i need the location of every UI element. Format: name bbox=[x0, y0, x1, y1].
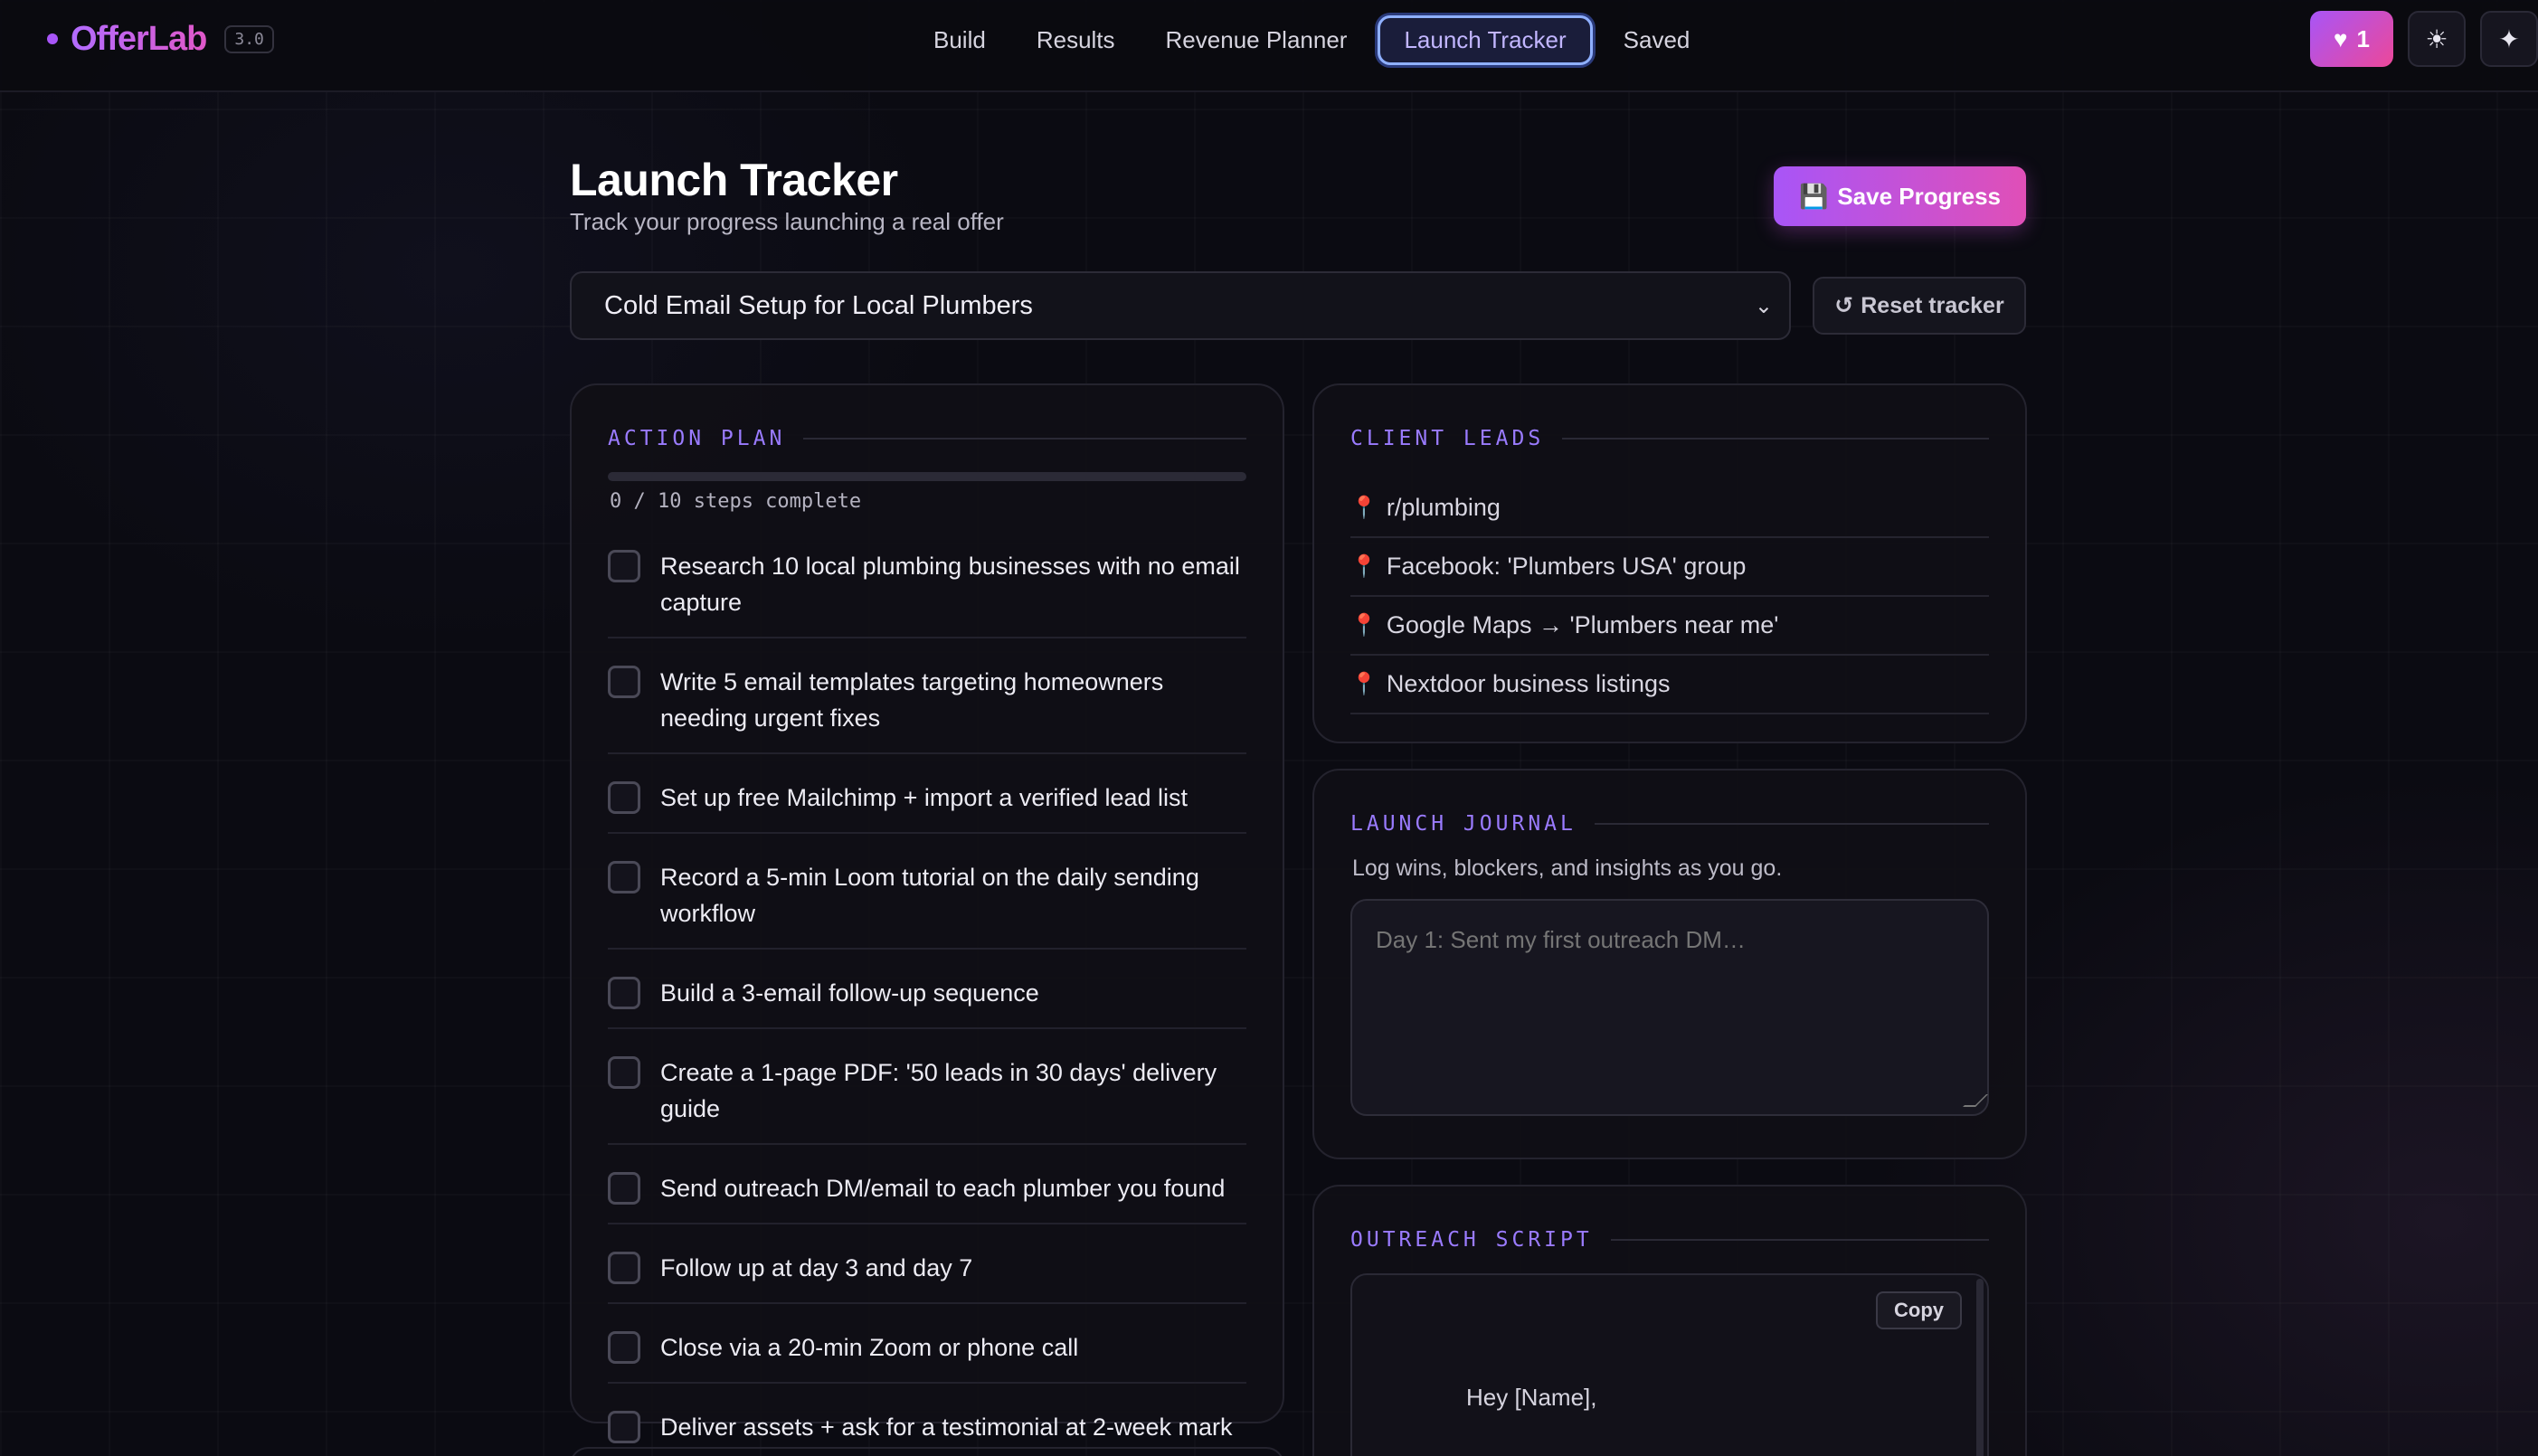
client-leads-heading: CLIENT LEADS bbox=[1350, 427, 1545, 450]
pin-icon: 📍 bbox=[1350, 672, 1378, 696]
heart-icon: ♥ bbox=[2334, 24, 2348, 52]
pin-icon: 📍 bbox=[1350, 496, 1378, 520]
reset-tracker-label: Reset tracker bbox=[1861, 292, 2004, 318]
offer-select-value: Cold Email Setup for Local Plumbers bbox=[604, 290, 1033, 320]
step-checkbox[interactable] bbox=[608, 1172, 640, 1205]
step-checkbox[interactable] bbox=[608, 977, 640, 1009]
action-plan-card: ACTION PLAN 0 / 10 steps complete Resear… bbox=[570, 383, 1284, 1443]
step-checkbox[interactable] bbox=[608, 1252, 640, 1284]
outreach-script-heading: OUTREACH SCRIPT bbox=[1350, 1228, 1593, 1252]
chevron-down-icon: ⌄ bbox=[1754, 294, 1773, 318]
step-label: Write 5 email templates targeting homeow… bbox=[660, 668, 1164, 732]
journal-hint: Log wins, blockers, and insights as you … bbox=[1352, 856, 1783, 881]
reset-tracker-button[interactable]: ↺ Reset tracker bbox=[1813, 277, 2026, 335]
client-leads-card: CLIENT LEADS 📍 r/plumbing 📍 Facebook: 'Plum… bbox=[1312, 383, 2027, 743]
action-step[interactable]: Record a 5-min Loom tutorial on the dail… bbox=[608, 850, 1246, 950]
lead-item: 📍 Google Maps → 'Plumbers near me' bbox=[1350, 597, 1989, 656]
lead-label: Facebook: 'Plumbers USA' group bbox=[1386, 553, 1747, 580]
version-badge: 3.0 bbox=[224, 24, 274, 53]
divider bbox=[1562, 438, 1989, 440]
sparkle-button[interactable]: ✦ bbox=[2480, 11, 2538, 67]
journal-textarea[interactable] bbox=[1350, 899, 1989, 1116]
step-label: Set up free Mailchimp + import a verifie… bbox=[660, 784, 1189, 811]
step-label: Create a 1-page PDF: '50 leads in 30 day… bbox=[660, 1059, 1217, 1122]
launch-journal-card: LAUNCH JOURNAL Log wins, blockers, and i… bbox=[1312, 769, 2027, 1159]
script-scrollbar[interactable] bbox=[1976, 1279, 1984, 1456]
action-step[interactable]: Build a 3-email follow-up sequence bbox=[608, 966, 1246, 1029]
nav-saved[interactable]: Saved bbox=[1604, 15, 1710, 65]
action-step[interactable]: Research 10 local plumbing businesses wi… bbox=[608, 539, 1246, 638]
step-checkbox[interactable] bbox=[608, 1411, 640, 1443]
step-label: Close via a 20-min Zoom or phone call bbox=[660, 1334, 1079, 1361]
script-box: Copy Hey [Name], bbox=[1350, 1273, 1989, 1456]
leads-list: 📍 r/plumbing 📍 Facebook: 'Plumbers USA' gro… bbox=[1350, 479, 1989, 714]
outreach-script-card: OUTREACH SCRIPT Copy Hey [Name], bbox=[1312, 1185, 2027, 1456]
action-step[interactable]: Write 5 email templates targeting homeow… bbox=[608, 655, 1246, 754]
nav-launch-tracker[interactable]: Launch Tracker bbox=[1378, 14, 1593, 65]
app-logo[interactable]: OfferLab 3.0 bbox=[47, 16, 274, 61]
action-step[interactable]: Create a 1-page PDF: '50 leads in 30 day… bbox=[608, 1045, 1246, 1145]
action-plan-heading: ACTION PLAN bbox=[608, 427, 786, 450]
step-checkbox[interactable] bbox=[608, 1056, 640, 1089]
divider bbox=[1610, 1239, 1989, 1241]
progress-text: 0 / 10 steps complete bbox=[610, 490, 862, 513]
lead-label: r/plumbing bbox=[1386, 494, 1501, 521]
step-label: Deliver assets + ask for a testimonial a… bbox=[660, 1413, 1233, 1441]
lead-item: 📍 Nextdoor business listings bbox=[1350, 656, 1989, 714]
action-step[interactable]: Close via a 20-min Zoom or phone call bbox=[608, 1320, 1246, 1384]
save-progress-button[interactable]: 💾 Save Progress bbox=[1773, 166, 2026, 226]
step-checkbox[interactable] bbox=[608, 666, 640, 698]
page-title: Launch Tracker bbox=[570, 155, 898, 205]
step-label: Research 10 local plumbing businesses wi… bbox=[660, 553, 1240, 616]
lead-label: Nextdoor business listings bbox=[1386, 670, 1671, 697]
card-header: LAUNCH JOURNAL bbox=[1350, 810, 1989, 837]
step-checkbox[interactable] bbox=[608, 1331, 640, 1364]
theme-toggle-button[interactable]: ☀ bbox=[2408, 11, 2466, 67]
launch-journal-heading: LAUNCH JOURNAL bbox=[1350, 812, 1577, 836]
sparkle-icon: ✦ bbox=[2498, 24, 2520, 53]
step-checkbox[interactable] bbox=[608, 550, 640, 582]
step-label: Send outreach DM/email to each plumber y… bbox=[660, 1175, 1226, 1202]
step-checkbox[interactable] bbox=[608, 781, 640, 814]
app-name: OfferLab bbox=[71, 19, 207, 58]
divider bbox=[803, 438, 1246, 440]
lead-item: 📍 Facebook: 'Plumbers USA' group bbox=[1350, 538, 1989, 597]
nav-build[interactable]: Build bbox=[914, 15, 1006, 65]
card-header: CLIENT LEADS bbox=[1350, 425, 1989, 452]
main-nav: Build Results Revenue Planner Launch Tra… bbox=[914, 11, 1709, 69]
pin-icon: 📍 bbox=[1350, 613, 1378, 638]
top-navigation-bar: OfferLab 3.0 Build Results Revenue Plann… bbox=[0, 0, 2538, 92]
step-label: Build a 3-email follow-up sequence bbox=[660, 979, 1039, 1007]
logo-dot-icon bbox=[47, 33, 58, 44]
script-text: Hey [Name], bbox=[1466, 1384, 1597, 1411]
step-label: Follow up at day 3 and day 7 bbox=[660, 1254, 973, 1281]
lead-label: Google Maps → 'Plumbers near me' bbox=[1386, 611, 1779, 638]
next-card-peek bbox=[570, 1447, 1284, 1456]
reset-icon: ↺ bbox=[1834, 293, 1854, 318]
divider bbox=[1594, 823, 1989, 825]
copy-button[interactable]: Copy bbox=[1876, 1291, 1962, 1329]
floppy-disk-icon: 💾 bbox=[1798, 182, 1829, 210]
pin-icon: 📍 bbox=[1350, 554, 1378, 579]
offer-select[interactable]: Cold Email Setup for Local Plumbers ⌄ bbox=[570, 271, 1791, 340]
toolbar-actions: ♥ 1 ☀ ✦ bbox=[2310, 11, 2538, 67]
sun-icon: ☀ bbox=[2425, 24, 2448, 53]
nav-revenue-planner[interactable]: Revenue Planner bbox=[1146, 15, 1368, 65]
action-step[interactable]: Set up free Mailchimp + import a verifie… bbox=[608, 771, 1246, 834]
action-step[interactable]: Follow up at day 3 and day 7 bbox=[608, 1241, 1246, 1304]
favorites-count: 1 bbox=[2356, 24, 2370, 52]
lead-item: 📍 r/plumbing bbox=[1350, 479, 1989, 538]
page-subtitle: Track your progress launching a real off… bbox=[570, 208, 1004, 235]
step-label: Record a 5-min Loom tutorial on the dail… bbox=[660, 864, 1199, 927]
steps-list: Research 10 local plumbing businesses wi… bbox=[608, 539, 1246, 1456]
step-checkbox[interactable] bbox=[608, 861, 640, 893]
progress-bar bbox=[608, 472, 1246, 481]
nav-results[interactable]: Results bbox=[1017, 15, 1135, 65]
card-header: OUTREACH SCRIPT bbox=[1350, 1226, 1989, 1253]
favorites-button[interactable]: ♥ 1 bbox=[2310, 11, 2393, 67]
save-progress-label: Save Progress bbox=[1837, 182, 2001, 210]
card-header: ACTION PLAN bbox=[608, 425, 1246, 452]
action-step[interactable]: Send outreach DM/email to each plumber y… bbox=[608, 1161, 1246, 1224]
